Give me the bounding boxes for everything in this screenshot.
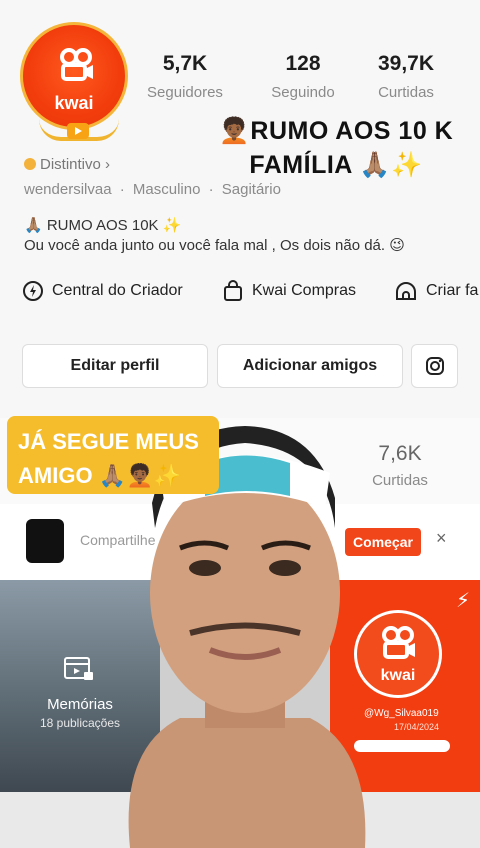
kwai-shop-label: Kwai Compras	[252, 282, 357, 299]
instagram-button[interactable]	[411, 344, 458, 388]
following-label: Seguindo	[271, 84, 335, 101]
gender: Masculino	[132, 181, 201, 198]
kwai-shop-link[interactable]: Kwai Compras	[222, 280, 356, 302]
followers-label: Seguidores	[147, 84, 223, 101]
meta-separator: ·	[119, 181, 125, 198]
instagram-icon	[425, 357, 444, 375]
share-thumbnail	[26, 519, 64, 563]
profile-meta: wendersilvaa · Masculino · Sagitário	[24, 181, 285, 198]
creator-center-label: Central do Criador	[52, 282, 183, 299]
sticker-text: JÁ SEGUE MEUS AMIGO 🙏🏽🧑🏾‍🦱✨	[18, 429, 199, 488]
shopping-bag-icon	[224, 280, 242, 301]
avatar[interactable]: kwai	[20, 22, 128, 141]
memories-icon	[64, 657, 93, 680]
lightning-icon: ⚡	[456, 590, 471, 612]
add-friends-button[interactable]: Adicionar amigos	[217, 344, 403, 388]
bio-line-2: Ou você anda junto ou você fala mal , Os…	[24, 237, 405, 254]
username: wendersilvaa	[24, 181, 112, 198]
bio-line-1: 🙏🏽 RUMO AOS 10K ✨	[24, 217, 182, 234]
stat-followers[interactable]: 5,7K Seguidores	[130, 52, 240, 101]
creator-center-icon	[23, 281, 43, 301]
avatar-brand: kwai	[54, 93, 94, 113]
create-fan-group-link[interactable]: Criar fa	[394, 280, 478, 302]
zodiac-sign: Sagitário	[221, 181, 281, 198]
meta-separator: ·	[208, 181, 214, 198]
kwai-logo-icon	[382, 626, 415, 659]
stat-likes[interactable]: 39,7K Curtidas	[351, 52, 461, 101]
fan-group-icon	[396, 282, 416, 300]
close-icon[interactable]: ×	[436, 528, 447, 549]
likes-count: 39,7K	[377, 52, 435, 75]
profile-links: Central do Criador Kwai Compras Criar fa	[22, 280, 480, 308]
stat-following[interactable]: 128 Seguindo	[248, 52, 358, 101]
kwai-logo-icon	[60, 48, 93, 81]
overlay-caption: 🧑🏾‍🦱RUMO AOS 10 K FAMÍLIA 🙏🏽✨	[218, 117, 454, 179]
kwai-date: 17/04/2024	[394, 722, 440, 732]
following-count: 128	[285, 52, 321, 75]
creator-center-link[interactable]: Central do Criador	[22, 280, 183, 302]
edit-profile-button[interactable]: Editar perfil	[22, 344, 208, 388]
followers-count: 5,7K	[162, 52, 208, 75]
badge-label: Distintivo	[40, 156, 101, 173]
play-badge-icon	[67, 123, 89, 139]
badge-link[interactable]: Distintivo ›	[24, 156, 110, 173]
create-fan-group-label: Criar fa	[426, 282, 479, 299]
profile-header: kwai 5,7K Seguidores 128 Seguindo 39,7K …	[0, 0, 480, 418]
badge-icon	[24, 158, 36, 170]
likes-label: Curtidas	[378, 84, 434, 101]
chevron-right-icon: ›	[105, 156, 111, 173]
